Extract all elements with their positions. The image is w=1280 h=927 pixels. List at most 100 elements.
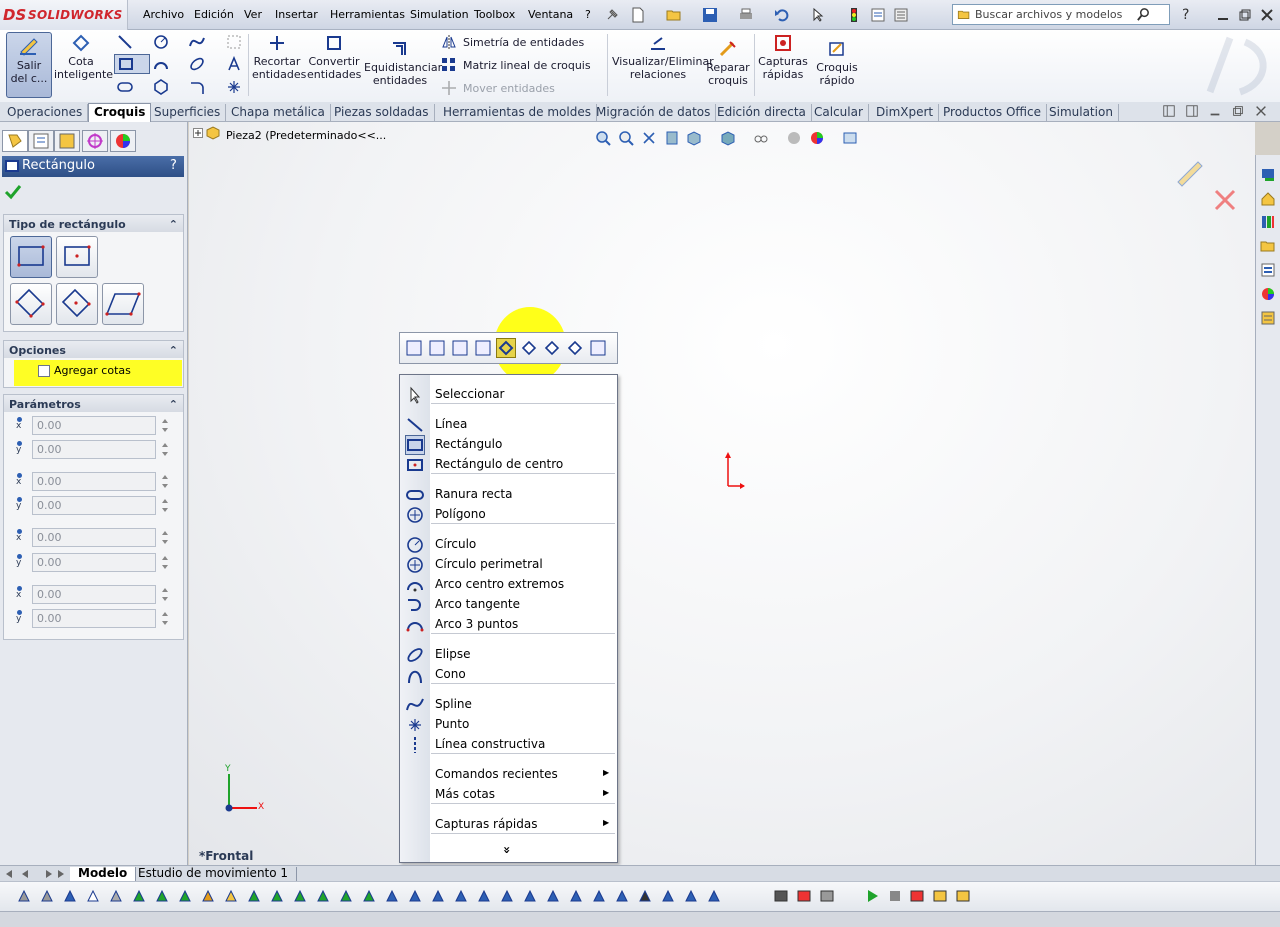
quick-snaps-button[interactable]: Capturas rápidas xyxy=(758,34,808,81)
stop-icon[interactable] xyxy=(887,888,903,904)
close-window-icon[interactable] xyxy=(1259,7,1275,23)
graphics-area[interactable]: Pieza2 (Predeterminado<<... Y X *Frontal xyxy=(189,122,1255,865)
tab-migracion-datos[interactable]: Migración de datos xyxy=(591,104,717,122)
sketch-tool-29-icon[interactable] xyxy=(660,888,676,904)
arc-tool-icon[interactable] xyxy=(153,56,169,72)
section-view-icon[interactable] xyxy=(664,130,680,146)
select-arrow-icon[interactable] xyxy=(810,7,826,23)
sketch-tool-16-icon[interactable] xyxy=(361,888,377,904)
param-field-3[interactable]: 0.00 xyxy=(32,472,156,491)
apply-scene-icon[interactable] xyxy=(809,130,825,146)
file-explorer-icon[interactable] xyxy=(1260,238,1276,254)
menu-item-center-rect[interactable]: Rectángulo de centro xyxy=(435,457,563,471)
tab-croquis[interactable]: Croquis xyxy=(88,103,152,123)
minimize-icon[interactable] xyxy=(1215,7,1231,23)
menu-ver[interactable]: Ver xyxy=(244,8,262,21)
search-box[interactable]: Buscar archivos y modelos xyxy=(952,4,1170,25)
menu-insertar[interactable]: Insertar xyxy=(275,8,318,21)
text-icon[interactable] xyxy=(450,338,470,358)
display-manager-tab[interactable] xyxy=(110,130,136,152)
param-field-5[interactable]: 0.00 xyxy=(32,528,156,547)
appearances-icon[interactable] xyxy=(1260,286,1276,302)
record-video-icon[interactable] xyxy=(909,888,925,904)
sketch-tool-14-icon[interactable] xyxy=(315,888,331,904)
resources-icon[interactable] xyxy=(1260,167,1276,183)
mirror-entities-icon[interactable] xyxy=(441,34,457,50)
save-icon[interactable] xyxy=(702,7,718,23)
menu-item-slot[interactable]: Ranura recta xyxy=(435,487,512,501)
spline-tool-icon[interactable] xyxy=(189,34,205,50)
zoom-icon[interactable] xyxy=(473,338,493,358)
tab-herramientas-moldes[interactable]: Herramientas de moldes xyxy=(438,104,597,122)
group-options-header[interactable]: Opciones ⌃ xyxy=(4,341,183,358)
search-icon[interactable] xyxy=(1136,7,1151,22)
group-parameters-header[interactable]: Parámetros ⌃ xyxy=(4,395,183,412)
menu-item-snaps[interactable]: Capturas rápidas xyxy=(435,817,537,831)
linear-pattern-icon[interactable] xyxy=(441,57,457,73)
zoom-area-icon[interactable] xyxy=(618,130,634,146)
hide-show-items-icon[interactable] xyxy=(753,130,769,146)
expand-tree-icon[interactable] xyxy=(193,128,203,138)
slot-tool-icon[interactable] xyxy=(117,79,133,95)
sketch-tool-1-icon[interactable] xyxy=(16,888,32,904)
smart-dimension-icon[interactable] xyxy=(496,338,516,358)
sketch-tool-11-icon[interactable] xyxy=(246,888,262,904)
tab-piezas-soldadas[interactable]: Piezas soldadas xyxy=(329,104,435,122)
menu-item-line[interactable]: Línea xyxy=(435,417,467,431)
exit-sketch-button[interactable]: Salir del c... xyxy=(6,32,52,98)
sketch-tool-6-icon[interactable] xyxy=(131,888,147,904)
sketch-tool-8-icon[interactable] xyxy=(177,888,193,904)
menu-help[interactable]: ? xyxy=(585,8,591,21)
record-icon[interactable] xyxy=(796,888,812,904)
new-note-icon[interactable] xyxy=(932,888,948,904)
mirror-entities-label[interactable]: Simetría de entidades xyxy=(463,36,584,49)
doc-minimize-icon[interactable] xyxy=(1208,104,1222,118)
sketch-tool-15-icon[interactable] xyxy=(338,888,354,904)
sketch-tool-7-icon[interactable] xyxy=(154,888,170,904)
menu-item-polygon[interactable]: Polígono xyxy=(435,507,486,521)
notes-icon[interactable] xyxy=(955,888,971,904)
previous-view-icon[interactable] xyxy=(641,130,657,146)
rapid-sketch-button[interactable]: Croquis rápido xyxy=(812,40,862,87)
grid-tool-icon[interactable] xyxy=(226,34,242,50)
corner-rectangle-button[interactable] xyxy=(10,236,52,278)
vertical-dimension-icon[interactable] xyxy=(542,338,562,358)
menu-item-recent[interactable]: Comandos recientes xyxy=(435,767,558,781)
menu-item-select[interactable]: Seleccionar xyxy=(435,387,504,401)
param-spinner[interactable] xyxy=(159,440,171,459)
menu-item-perim-circle[interactable]: Círculo perimetral xyxy=(435,557,543,571)
tab-chapa-metalica[interactable]: Chapa metálica xyxy=(226,104,331,122)
exit-sketch-corner-icon[interactable] xyxy=(1172,152,1208,188)
param-field-6[interactable]: 0.00 xyxy=(32,553,156,572)
tab-superficies[interactable]: Superficies xyxy=(149,104,227,122)
sketch-tool-28-icon[interactable] xyxy=(637,888,653,904)
sketch-tool-24-icon[interactable] xyxy=(545,888,561,904)
group-rectangle-type-header[interactable]: Tipo de rectángulo ⌃ xyxy=(4,215,183,232)
tab-modelo[interactable]: Modelo xyxy=(70,867,137,881)
display-relations-button[interactable]: Visualizar/Eliminar relaciones xyxy=(612,34,714,81)
line-tool-icon[interactable] xyxy=(117,34,133,50)
menu-item-construction[interactable]: Línea constructiva xyxy=(435,737,545,751)
menu-item-arc3[interactable]: Arco 3 puntos xyxy=(435,617,518,631)
configuration-manager-tab[interactable] xyxy=(54,130,80,152)
dimension-settings-icon[interactable] xyxy=(588,338,608,358)
center-rectangle-button[interactable] xyxy=(56,236,98,278)
sketch-tool-2-icon[interactable] xyxy=(39,888,55,904)
menu-archivo[interactable]: Archivo xyxy=(143,8,184,21)
select-other-icon[interactable] xyxy=(404,338,424,358)
add-dimensions-checkbox[interactable] xyxy=(38,365,50,377)
convert-entities-button[interactable]: Convertir entidades xyxy=(307,34,361,81)
sketch-tool-26-icon[interactable] xyxy=(591,888,607,904)
sketch-tool-19-icon[interactable] xyxy=(430,888,446,904)
param-field-4[interactable]: 0.00 xyxy=(32,496,156,515)
tab-edicion-directa[interactable]: Edición directa xyxy=(712,104,812,122)
point-tool-icon[interactable] xyxy=(226,79,242,95)
tile-icon[interactable] xyxy=(1162,104,1176,118)
param-field-8[interactable]: 0.00 xyxy=(32,609,156,628)
doc-close-icon[interactable] xyxy=(1254,104,1268,118)
tab-calcular[interactable]: Calcular xyxy=(809,104,869,122)
display-style-icon[interactable] xyxy=(720,130,736,146)
parallelogram-button[interactable] xyxy=(102,283,144,325)
param-field-1[interactable]: 0.00 xyxy=(32,416,156,435)
menu-item-spline[interactable]: Spline xyxy=(435,697,472,711)
